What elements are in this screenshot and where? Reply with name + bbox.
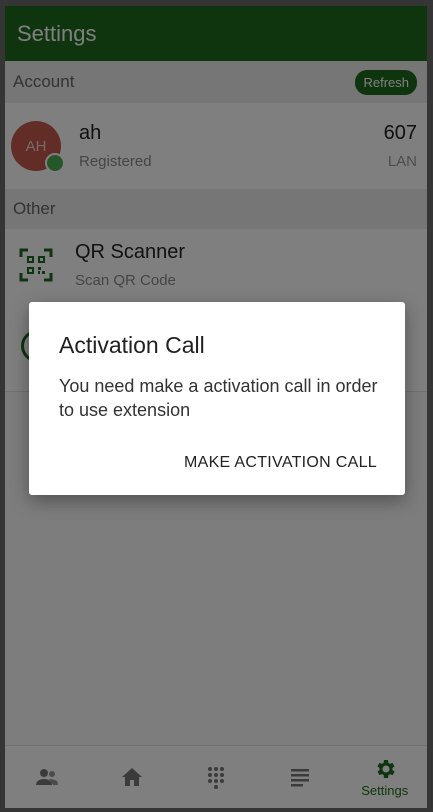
make-activation-call-button[interactable]: MAKE ACTIVATION CALL	[184, 454, 377, 472]
dialog-title: Activation Call	[59, 332, 205, 358]
dialog-message: You need make a activation call in order…	[59, 376, 378, 420]
activation-call-dialog: Activation Call You need make a activati…	[29, 302, 405, 495]
